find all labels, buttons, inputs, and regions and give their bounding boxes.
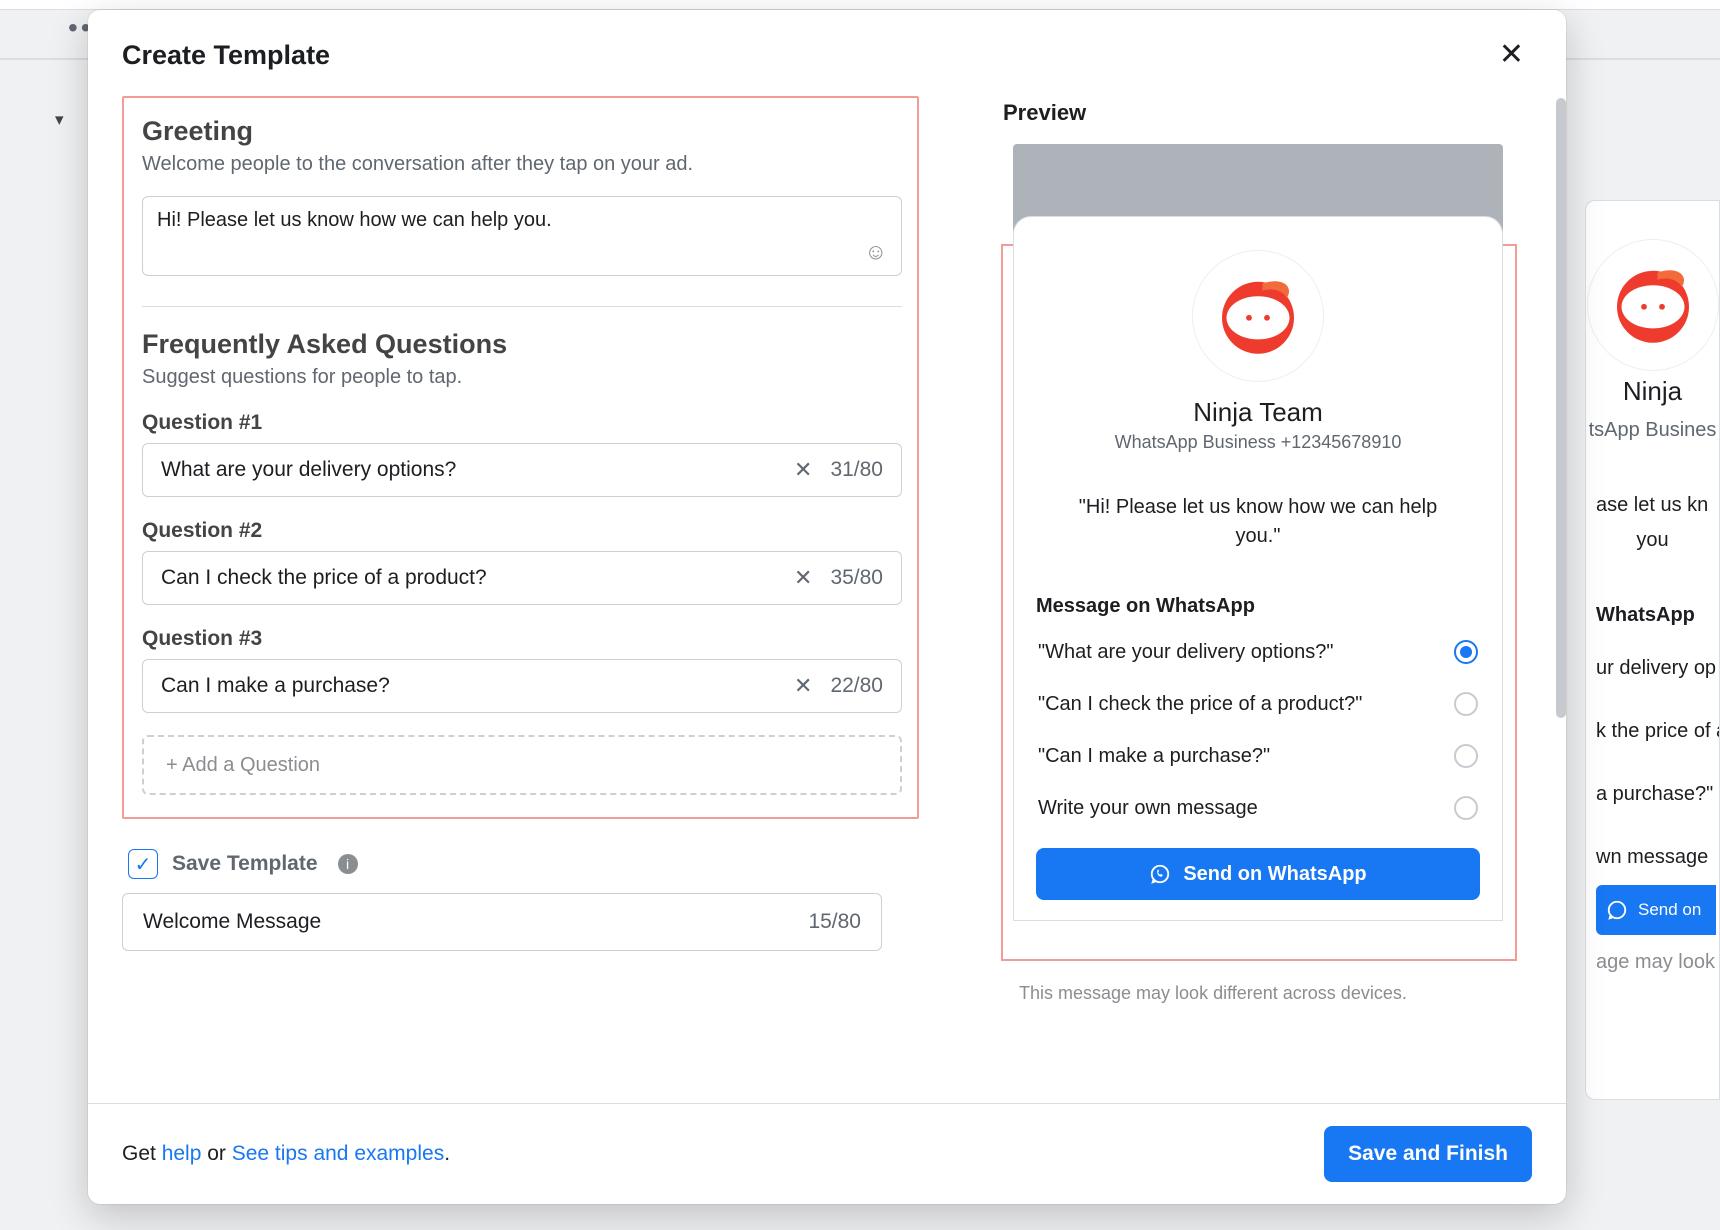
close-icon[interactable]: ✕ [1491,36,1532,74]
tips-link[interactable]: See tips and examples [232,1142,444,1165]
bg-mow: WhatsApp [1586,598,1705,633]
preview-highlight: Ninja Team WhatsApp Business +1234567891… [1001,244,1517,961]
modal-footer: Get help or See tips and examples. Save … [88,1103,1566,1204]
radio-icon[interactable] [1454,744,1478,768]
greeting-value: Hi! Please let us know how we can help y… [157,209,552,231]
bg-send-button: Send on [1596,885,1716,935]
bg-avatar [1588,240,1718,370]
footer-get: Get [122,1142,162,1165]
template-name-count: 15/80 [808,910,861,934]
radio-icon[interactable] [1454,692,1478,716]
phone-card: Ninja Team WhatsApp Business +1234567891… [1013,216,1503,921]
bg-o1: ur delivery op [1586,651,1720,686]
ninja-logo-icon [1608,260,1698,350]
q3-label: Question #3 [142,627,899,651]
bg-o3: a purchase?" [1586,777,1720,812]
save-and-finish-button[interactable]: Save and Finish [1324,1126,1532,1182]
q1-label: Question #1 [142,411,899,435]
q3-count: 22/80 [830,674,883,698]
bg-preview-card: Ninja tsApp Busines ase let us kn you Wh… [1585,200,1720,1100]
preview-option-1-text: "What are your delivery options?" [1038,641,1333,664]
modal-header: Create Template ✕ [88,10,1566,92]
bg-g2: you [1626,523,1678,558]
whatsapp-icon [1606,899,1628,921]
bg-brand: Ninja [1613,370,1692,413]
faq-title: Frequently Asked Questions [142,329,899,360]
q1-input[interactable]: What are your delivery options? [161,458,776,482]
info-icon[interactable]: i [338,854,358,874]
template-name-row: Welcome Message 15/80 [122,893,882,951]
modal-body: Greeting Welcome people to the conversat… [88,92,1566,1103]
preview-option-2-text: "Can I check the price of a product?" [1038,693,1362,716]
save-finish-label: Save and Finish [1348,1142,1508,1165]
q2-row: Can I check the price of a product? ✕ 35… [142,551,902,605]
radio-icon[interactable] [1454,796,1478,820]
dropdown-caret-icon[interactable]: ▾ [55,110,64,130]
message-on-whatsapp-label: Message on WhatsApp [1036,595,1255,618]
preview-option-4[interactable]: Write your own message [1036,782,1480,834]
footer-left: Get help or See tips and examples. [122,1142,450,1166]
q1-count: 31/80 [830,458,883,482]
preview-option-1[interactable]: "What are your delivery options?" [1036,626,1480,678]
q1-clear-icon[interactable]: ✕ [794,457,812,483]
q3-clear-icon[interactable]: ✕ [794,673,812,699]
greeting-quote: "Hi! Please let us know how we can help … [1056,493,1460,551]
save-template-checkbox[interactable]: ✓ [128,849,158,879]
bg-o4: wn message [1586,840,1718,875]
emoji-picker-icon[interactable]: ☺ [865,239,887,265]
bg-g1: ase let us kn [1586,488,1718,523]
q2-input[interactable]: Can I check the price of a product? [161,566,776,590]
ninja-logo-icon [1213,271,1303,361]
radio-selected-icon[interactable] [1454,640,1478,664]
create-template-modal: Create Template ✕ Greeting Welcome peopl… [88,10,1566,1204]
q3-input[interactable]: Can I make a purchase? [161,674,776,698]
preview-option-3[interactable]: "Can I make a purchase?" [1036,730,1480,782]
footer-or: or [201,1142,231,1165]
template-name-input[interactable]: Welcome Message [143,910,321,934]
preview-option-4-text: Write your own message [1038,797,1258,820]
avatar [1193,251,1323,381]
whatsapp-icon [1149,863,1171,885]
scrollbar[interactable] [1556,98,1566,718]
footer-period: . [444,1142,450,1165]
bg-topbar [0,0,1720,10]
whatsapp-business-line: WhatsApp Business +12345678910 [1115,432,1402,453]
preview-title: Preview [1003,100,1556,126]
greeting-subtitle: Welcome people to the conversation after… [142,153,899,176]
editor-column: Greeting Welcome people to the conversat… [88,92,953,1103]
preview-column: Preview Ninja Team WhatsApp Busi [953,92,1566,1103]
greeting-input[interactable]: Hi! Please let us know how we can help y… [142,196,902,276]
add-question-button[interactable]: + Add a Question [142,735,902,795]
brand-name: Ninja Team [1193,397,1323,428]
send-label: Send on WhatsApp [1183,863,1366,886]
q2-clear-icon[interactable]: ✕ [794,565,812,591]
bg-disc: age may look d [1586,945,1720,980]
q2-count: 35/80 [830,566,883,590]
faq-subtitle: Suggest questions for people to tap. [142,366,899,389]
greeting-title: Greeting [142,116,899,147]
preview-disclaimer: This message may look different across d… [1019,983,1556,1004]
section-divider [142,306,902,307]
bg-o2: k the price of a [1586,714,1720,749]
add-question-label: + Add a Question [166,754,320,777]
help-link[interactable]: help [162,1142,202,1165]
bg-wb: tsApp Busines [1585,413,1720,448]
save-template-label: Save Template [172,852,318,876]
editor-highlight: Greeting Welcome people to the conversat… [122,96,919,819]
q3-row: Can I make a purchase? ✕ 22/80 [142,659,902,713]
save-template-row: ✓ Save Template i [128,849,919,879]
q1-row: What are your delivery options? ✕ 31/80 [142,443,902,497]
preview-option-2[interactable]: "Can I check the price of a product?" [1036,678,1480,730]
q2-label: Question #2 [142,519,899,543]
send-on-whatsapp-button[interactable]: Send on WhatsApp [1036,848,1480,900]
modal-title: Create Template [122,40,330,71]
preview-option-3-text: "Can I make a purchase?" [1038,745,1270,768]
